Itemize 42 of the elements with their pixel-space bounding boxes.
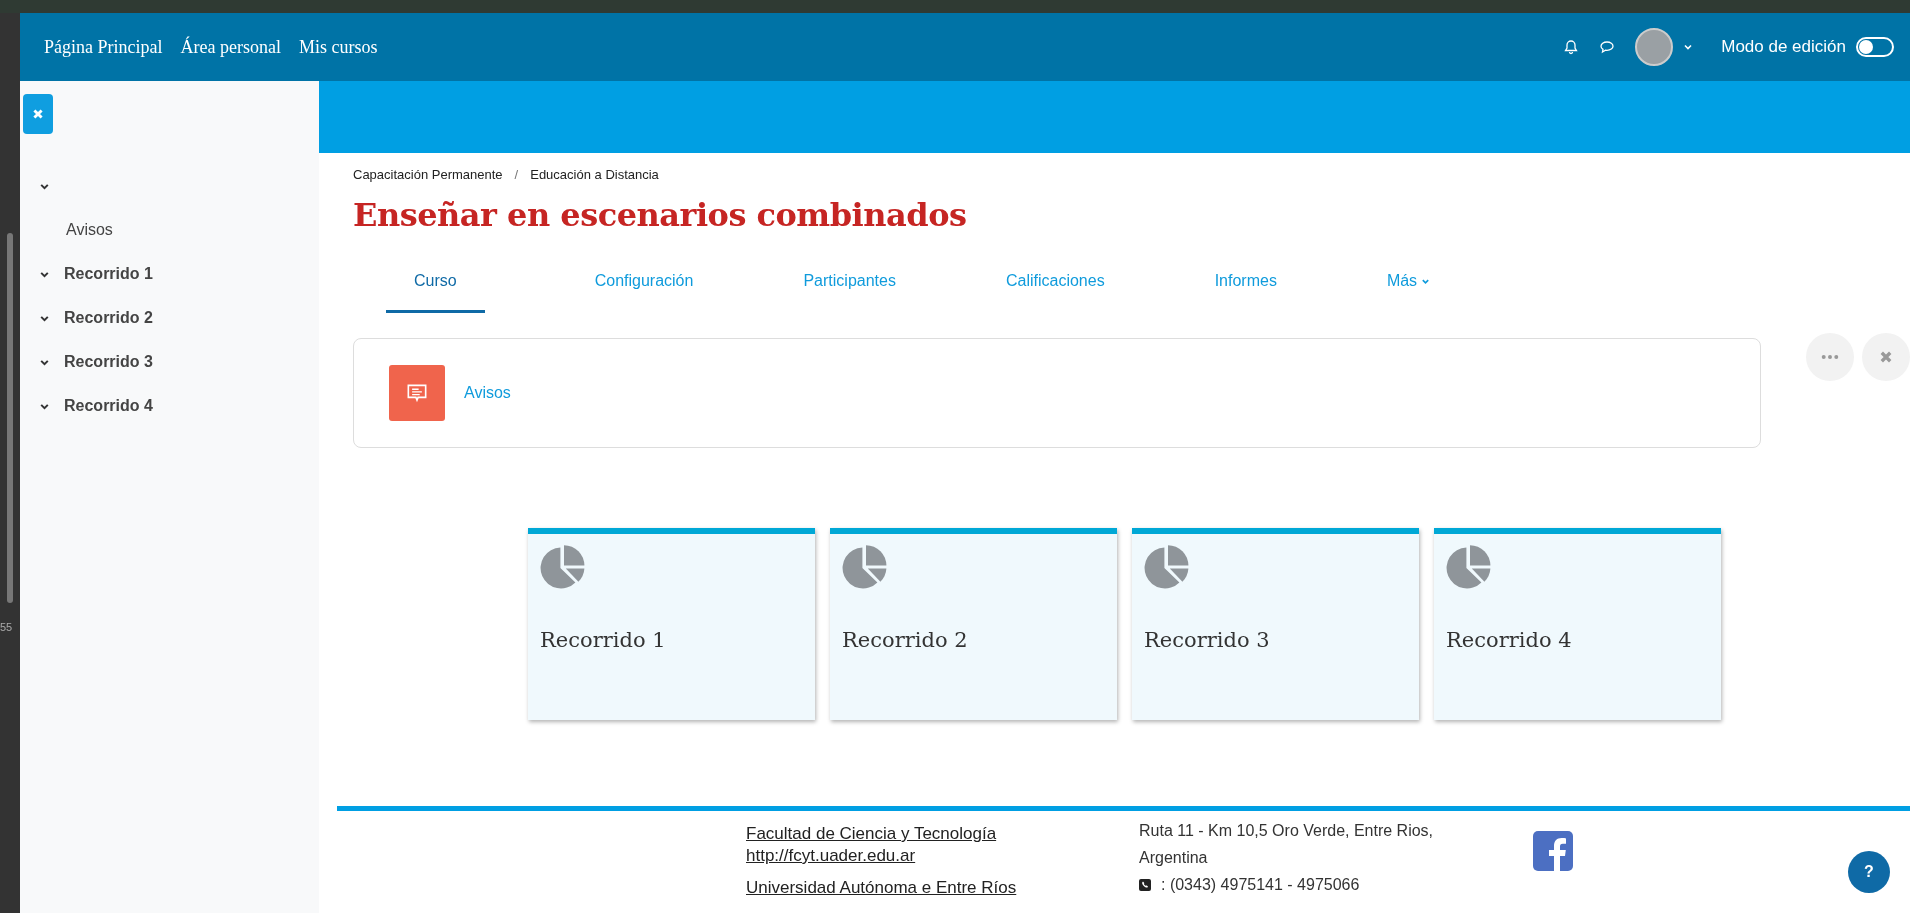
breadcrumb-separator: / [514,167,519,182]
sidebar-section[interactable]: Recorrido 4 [64,397,153,415]
sidebar-section[interactable]: Recorrido 1 [64,265,153,283]
course-title: Enseñar en escenarios combinados [353,196,968,234]
forum-icon [389,365,445,421]
more-icon [1821,354,1839,360]
footer-link[interactable]: Facultad de Ciencia y Tecnología [746,823,1139,845]
scrollbar[interactable] [7,233,13,603]
close-icon [32,108,44,120]
section-card[interactable]: Recorrido 1 [528,528,815,720]
bell-icon[interactable] [1563,39,1580,55]
section-card[interactable]: Recorrido 3 [1132,528,1419,720]
tab[interactable]: Curso [386,256,485,313]
breadcrumb-link[interactable]: Educación a Distancia [530,167,659,182]
phone-text: : (0343) 4975141 - 4975066 [1161,875,1360,895]
section-title: Recorrido 1 [540,628,667,652]
section-card[interactable]: Recorrido 4 [1434,528,1721,720]
section-title: Recorrido 4 [1446,628,1573,652]
breadcrumb-link[interactable]: Capacitación Permanente [353,167,503,182]
section-title: Recorrido 3 [1144,628,1271,652]
edge-label: 55 [0,621,13,633]
nav-link[interactable]: Página Principal [44,36,163,58]
sidebar-item[interactable]: Avisos [23,208,319,252]
address-text: Ruta 11 - Km 10,5 Oro Verde, Entre Rios, Argentina [1139,821,1435,868]
chat-icon[interactable] [1599,39,1616,55]
section-card[interactable]: Recorrido 2 [830,528,1117,720]
close-icon [1879,350,1893,364]
footer-link[interactable]: http://fcyt.uader.edu.ar [746,845,1139,867]
section-title: Recorrido 2 [842,628,969,652]
nav-link[interactable]: Área personal [180,36,281,58]
nav-link[interactable]: Mis cursos [298,36,378,58]
edit-mode-toggle[interactable] [1856,37,1894,57]
close-drawer-button[interactable] [23,94,53,134]
avatar[interactable] [1635,28,1674,66]
footer-link[interactable]: Universidad Autónoma e Entre Ríos [746,877,1139,899]
sidebar-section[interactable]: Recorrido 3 [64,353,153,371]
edit-mode-label: Modo de edición [1721,37,1846,57]
phone-icon [1139,878,1151,891]
caret-icon[interactable] [1683,42,1694,52]
sidebar-section[interactable]: Recorrido 2 [64,309,153,327]
help-button[interactable]: ? [1848,851,1890,893]
facebook-icon[interactable] [1533,831,1573,871]
